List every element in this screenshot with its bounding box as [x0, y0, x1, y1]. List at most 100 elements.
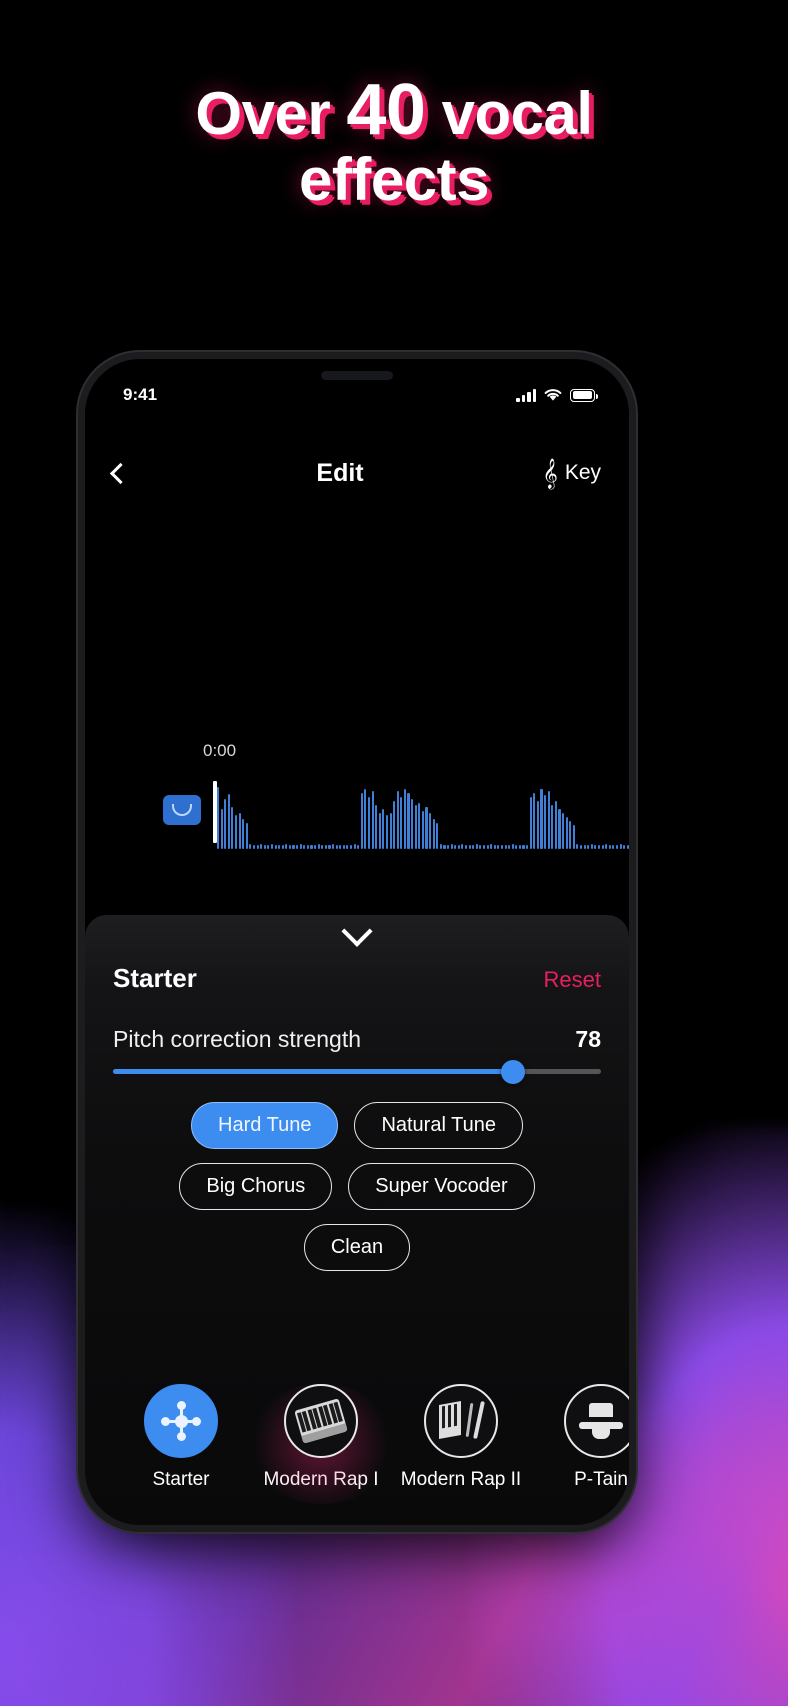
waveform-bar [511, 844, 514, 849]
waveform-bar [263, 845, 266, 849]
waveform-bar [464, 845, 468, 849]
track-glyph [172, 804, 192, 816]
waveform-bar [249, 844, 252, 849]
waveform-bar [310, 845, 313, 849]
effect-icon-circle[interactable] [564, 1384, 629, 1458]
keyboard-tilt-icon [294, 1398, 348, 1444]
waveform-bar [335, 845, 338, 849]
waveform-area[interactable]: 0:00 [85, 741, 629, 889]
headline-text-over: Over [195, 80, 347, 147]
waveform-bar [267, 845, 270, 849]
wifi-icon [544, 389, 562, 401]
waveform-bar [554, 801, 557, 849]
top-hat-icon [578, 1401, 624, 1441]
waveform-bar [393, 801, 396, 849]
waveform-bar [245, 823, 248, 849]
waveform-bar [454, 845, 457, 849]
waveform-bar [450, 844, 453, 849]
effect-icon-circle[interactable] [424, 1384, 498, 1458]
waveform-bar [231, 807, 234, 849]
effect-label: P-Tain [574, 1469, 628, 1490]
waveform-bar [256, 845, 259, 849]
waveform-bar [242, 819, 245, 849]
waveform-bar [303, 845, 306, 849]
effect-icon-circle[interactable] [284, 1384, 358, 1458]
waveform-bar [443, 845, 446, 849]
waveform-bar [371, 791, 374, 849]
dpad-icon [160, 1400, 202, 1442]
promo-headline: Over 40 vocal effects [0, 72, 788, 212]
waveform-bar [500, 845, 503, 849]
back-button[interactable] [109, 462, 159, 484]
preset-pill-clean[interactable]: Clean [303, 1224, 411, 1271]
waveform-bar [572, 825, 575, 849]
parameter-row: Pitch correction strength 78 [85, 994, 629, 1053]
waveform-bar [360, 793, 363, 849]
parameter-value: 78 [575, 1026, 601, 1052]
effect-item-modern-rap-i[interactable]: Modern Rap I [246, 1384, 396, 1504]
waveform-bar [536, 801, 539, 849]
waveform-bar [493, 845, 496, 849]
effects-carousel[interactable]: Starter Modern Rap I Modern Rap II P-Tain [85, 1384, 629, 1504]
waveform-bar [576, 844, 579, 849]
waveform-bar [317, 844, 320, 849]
headline-text-vocal: vocal [425, 80, 593, 147]
slider-fill [113, 1069, 514, 1074]
effect-icon-circle[interactable] [144, 1384, 218, 1458]
waveform-bar [342, 845, 345, 849]
waveform-bar [220, 809, 223, 849]
preset-pill-hard-tune[interactable]: Hard Tune [191, 1102, 339, 1149]
waveform-bar [587, 845, 590, 849]
waveform-bar [508, 845, 511, 849]
effect-label: Modern Rap II [400, 1469, 522, 1490]
waveform-bar [252, 845, 256, 849]
key-button[interactable]: 𝄞 Key [521, 460, 601, 486]
status-bar-indicators [516, 388, 598, 402]
waveform-bar [475, 844, 478, 849]
sheet-collapse-button[interactable] [85, 915, 629, 959]
reset-button[interactable]: Reset [544, 967, 601, 993]
waveform-bar [375, 805, 378, 849]
waveform-bar [447, 845, 450, 849]
parameter-label: Pitch correction strength [113, 1026, 362, 1052]
waveform-bar [260, 844, 263, 849]
waveform-bar [418, 803, 421, 849]
waveform-bar [238, 813, 241, 849]
waveform-bar [278, 845, 281, 849]
preset-pill-natural-tune[interactable]: Natural Tune [354, 1102, 523, 1149]
waveform-bar [400, 797, 403, 849]
headline-line-1: Over 40 vocal [0, 72, 788, 148]
slider-track[interactable] [113, 1059, 601, 1084]
effect-item-p-tain[interactable]: P-Tain [531, 1384, 629, 1491]
pitch-correction-slider[interactable] [85, 1053, 629, 1084]
slider-thumb[interactable] [501, 1059, 526, 1084]
waveform-bar [299, 844, 302, 849]
waveform-bar [292, 845, 295, 849]
waveform-bars[interactable] [217, 781, 629, 849]
waveform-bar [421, 811, 424, 849]
effects-bottom-sheet: Starter Reset Pitch correction strength … [85, 915, 629, 1525]
waveform-bar [407, 793, 410, 849]
effect-item-starter[interactable]: Starter [111, 1384, 251, 1491]
preset-pill-super-vocoder[interactable]: Super Vocoder [348, 1163, 535, 1210]
waveform-bar [612, 845, 615, 849]
audio-track-icon[interactable] [163, 795, 201, 825]
effect-item-modern-rap-ii[interactable]: Modern Rap II [391, 1384, 531, 1491]
waveform-bar [626, 845, 629, 849]
waveform-bar [468, 845, 471, 849]
signal-bars-icon [516, 388, 536, 402]
waveform-bar [403, 789, 406, 849]
key-button-label: Key [564, 461, 601, 484]
preset-name-label: Starter [113, 963, 197, 993]
waveform-bar [288, 845, 291, 849]
battery-icon [570, 388, 598, 402]
effect-label: Starter [152, 1469, 210, 1490]
preset-pill-row: Hard Tune Natural Tune [191, 1102, 523, 1149]
waveform-bar [457, 845, 460, 849]
waveform-bar [389, 813, 392, 849]
waveform-bar [605, 844, 608, 849]
headline-line-2: effects [299, 146, 489, 214]
preset-pill-big-chorus[interactable]: Big Chorus [179, 1163, 333, 1210]
waveform-bar [324, 845, 327, 849]
waveform-bar [224, 799, 227, 849]
